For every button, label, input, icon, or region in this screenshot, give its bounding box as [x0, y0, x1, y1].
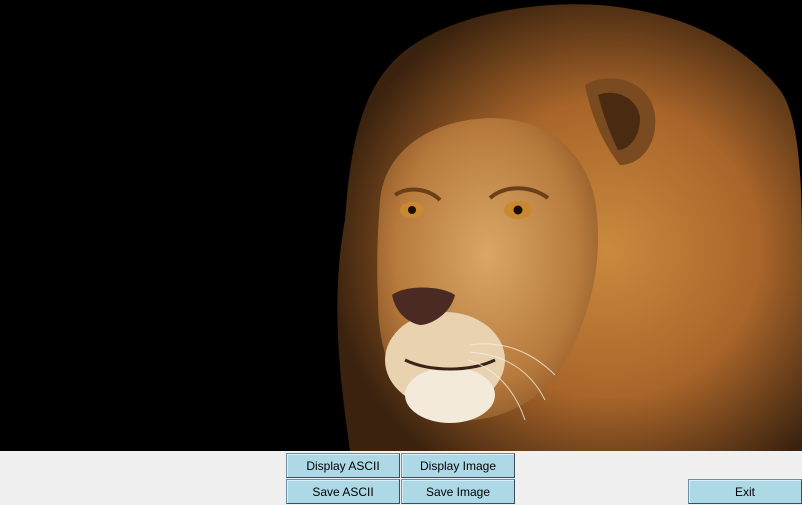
save-ascii-button[interactable]: Save ASCII — [286, 479, 400, 504]
display-image-button[interactable]: Display Image — [401, 453, 515, 478]
display-ascii-button[interactable]: Display ASCII — [286, 453, 400, 478]
save-image-button[interactable]: Save Image — [401, 479, 515, 504]
image-display-canvas — [0, 0, 802, 451]
lion-image — [0, 0, 802, 451]
exit-button[interactable]: Exit — [688, 479, 802, 504]
